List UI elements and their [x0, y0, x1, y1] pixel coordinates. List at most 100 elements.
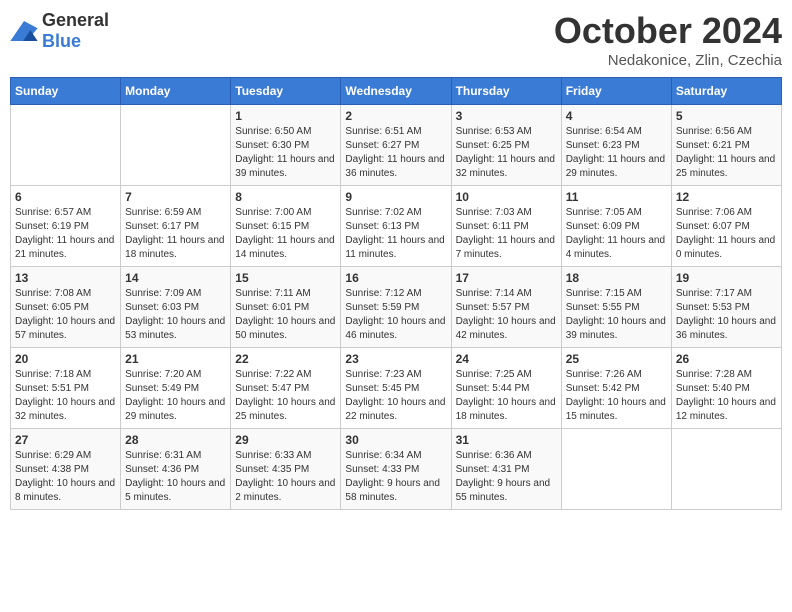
- day-number: 3: [456, 109, 557, 123]
- calendar-cell: 23Sunrise: 7:23 AM Sunset: 5:45 PM Dayli…: [341, 348, 451, 429]
- day-info: Sunrise: 7:17 AM Sunset: 5:53 PM Dayligh…: [676, 287, 777, 343]
- logo-blue: Blue: [42, 31, 81, 51]
- day-number: 22: [235, 352, 336, 366]
- calendar-cell: 28 Sunrise: 6:31 AM Sunset: 4:36 PM Dayli…: [121, 429, 231, 510]
- day-number: 6: [15, 190, 116, 204]
- logo-text: General Blue: [42, 10, 109, 52]
- month-title: October 2024: [554, 10, 782, 52]
- calendar-cell: 26 Sunrise: 7:28 AM Sunset: 5:40 PM Dayli…: [671, 348, 781, 429]
- calendar-cell: 10Sunrise: 7:03 AM Sunset: 6:11 PM Dayli…: [451, 186, 561, 267]
- day-info: Sunrise: 7:06 AM Sunset: 6:07 PM Dayligh…: [676, 206, 777, 262]
- day-number: 2: [345, 109, 446, 123]
- logo-icon: [10, 21, 38, 41]
- day-number: 17: [456, 271, 557, 285]
- day-info: Sunrise: 7:03 AM Sunset: 6:11 PM Dayligh…: [456, 206, 557, 262]
- calendar-cell: 2 Sunrise: 6:51 AM Sunset: 6:27 PM Daylig…: [341, 105, 451, 186]
- calendar-cell: [561, 429, 671, 510]
- calendar-cell: 5Sunrise: 6:56 AM Sunset: 6:21 PM Daylig…: [671, 105, 781, 186]
- day-info: Sunrise: 7:18 AM Sunset: 5:51 PM Dayligh…: [15, 368, 116, 424]
- day-info: Sunrise: 6:51 AM Sunset: 6:27 PM Dayligh…: [345, 125, 446, 181]
- weekday-header: Monday: [121, 78, 231, 105]
- calendar-cell: 21Sunrise: 7:20 AM Sunset: 5:49 PM Dayli…: [121, 348, 231, 429]
- calendar-week-row: 13Sunrise: 7:08 AM Sunset: 6:05 PM Dayli…: [11, 267, 782, 348]
- day-number: 8: [235, 190, 336, 204]
- calendar-cell: 6 Sunrise: 6:57 AM Sunset: 6:19 PM Daylig…: [11, 186, 121, 267]
- day-number: 27: [15, 433, 116, 447]
- day-number: 12: [676, 190, 777, 204]
- calendar-cell: 9 Sunrise: 7:02 AM Sunset: 6:13 PM Daylig…: [341, 186, 451, 267]
- day-info: Sunrise: 7:11 AM Sunset: 6:01 PM Dayligh…: [235, 287, 336, 343]
- day-number: 24: [456, 352, 557, 366]
- calendar-cell: 29Sunrise: 6:33 AM Sunset: 4:35 PM Dayli…: [231, 429, 341, 510]
- day-info: Sunrise: 6:57 AM Sunset: 6:19 PM Dayligh…: [15, 206, 116, 262]
- calendar-cell: 14 Sunrise: 7:09 AM Sunset: 6:03 PM Dayli…: [121, 267, 231, 348]
- calendar-cell: 16 Sunrise: 7:12 AM Sunset: 5:59 PM Dayli…: [341, 267, 451, 348]
- day-info: Sunrise: 6:31 AM Sunset: 4:36 PM Dayligh…: [125, 449, 226, 505]
- day-info: Sunrise: 7:09 AM Sunset: 6:03 PM Dayligh…: [125, 287, 226, 343]
- day-number: 16: [345, 271, 446, 285]
- title-block: October 2024 Nedakonice, Zlin, Czechia: [554, 10, 782, 69]
- day-info: Sunrise: 6:56 AM Sunset: 6:21 PM Dayligh…: [676, 125, 777, 181]
- calendar-cell: 13Sunrise: 7:08 AM Sunset: 6:05 PM Dayli…: [11, 267, 121, 348]
- calendar-week-row: 6 Sunrise: 6:57 AM Sunset: 6:19 PM Daylig…: [11, 186, 782, 267]
- calendar-cell: 22 Sunrise: 7:22 AM Sunset: 5:47 PM Dayli…: [231, 348, 341, 429]
- day-number: 25: [566, 352, 667, 366]
- day-info: Sunrise: 7:22 AM Sunset: 5:47 PM Dayligh…: [235, 368, 336, 424]
- day-info: Sunrise: 6:53 AM Sunset: 6:25 PM Dayligh…: [456, 125, 557, 181]
- calendar-week-row: 20 Sunrise: 7:18 AM Sunset: 5:51 PM Dayli…: [11, 348, 782, 429]
- day-number: 14: [125, 271, 226, 285]
- day-info: Sunrise: 7:00 AM Sunset: 6:15 PM Dayligh…: [235, 206, 336, 262]
- calendar-table: SundayMondayTuesdayWednesdayThursdayFrid…: [10, 77, 782, 510]
- weekday-header-row: SundayMondayTuesdayWednesdayThursdayFrid…: [11, 78, 782, 105]
- day-number: 7: [125, 190, 226, 204]
- logo: General Blue: [10, 10, 109, 52]
- day-number: 18: [566, 271, 667, 285]
- calendar-cell: 27 Sunrise: 6:29 AM Sunset: 4:38 PM Dayli…: [11, 429, 121, 510]
- day-info: Sunrise: 6:36 AM Sunset: 4:31 PM Dayligh…: [456, 449, 557, 505]
- logo-general: General: [42, 10, 109, 30]
- calendar-cell: 4 Sunrise: 6:54 AM Sunset: 6:23 PM Daylig…: [561, 105, 671, 186]
- calendar-cell: 31 Sunrise: 6:36 AM Sunset: 4:31 PM Dayli…: [451, 429, 561, 510]
- day-info: Sunrise: 7:26 AM Sunset: 5:42 PM Dayligh…: [566, 368, 667, 424]
- day-info: Sunrise: 7:25 AM Sunset: 5:44 PM Dayligh…: [456, 368, 557, 424]
- day-info: Sunrise: 7:23 AM Sunset: 5:45 PM Dayligh…: [345, 368, 446, 424]
- day-info: Sunrise: 7:28 AM Sunset: 5:40 PM Dayligh…: [676, 368, 777, 424]
- day-number: 20: [15, 352, 116, 366]
- calendar-cell: [121, 105, 231, 186]
- calendar-week-row: 1Sunrise: 6:50 AM Sunset: 6:30 PM Daylig…: [11, 105, 782, 186]
- calendar-cell: 8 Sunrise: 7:00 AM Sunset: 6:15 PM Daylig…: [231, 186, 341, 267]
- day-info: Sunrise: 7:08 AM Sunset: 6:05 PM Dayligh…: [15, 287, 116, 343]
- calendar-cell: 1Sunrise: 6:50 AM Sunset: 6:30 PM Daylig…: [231, 105, 341, 186]
- day-info: Sunrise: 7:20 AM Sunset: 5:49 PM Dayligh…: [125, 368, 226, 424]
- day-number: 19: [676, 271, 777, 285]
- weekday-header: Friday: [561, 78, 671, 105]
- calendar-cell: 18 Sunrise: 7:15 AM Sunset: 5:55 PM Dayli…: [561, 267, 671, 348]
- day-info: Sunrise: 6:29 AM Sunset: 4:38 PM Dayligh…: [15, 449, 116, 505]
- day-number: 31: [456, 433, 557, 447]
- weekday-header: Sunday: [11, 78, 121, 105]
- day-info: Sunrise: 7:02 AM Sunset: 6:13 PM Dayligh…: [345, 206, 446, 262]
- calendar-cell: 17Sunrise: 7:14 AM Sunset: 5:57 PM Dayli…: [451, 267, 561, 348]
- day-number: 9: [345, 190, 446, 204]
- calendar-cell: 30Sunrise: 6:34 AM Sunset: 4:33 PM Dayli…: [341, 429, 451, 510]
- day-number: 15: [235, 271, 336, 285]
- day-number: 28: [125, 433, 226, 447]
- calendar-cell: 25 Sunrise: 7:26 AM Sunset: 5:42 PM Dayli…: [561, 348, 671, 429]
- calendar-cell: [11, 105, 121, 186]
- calendar-cell: 19 Sunrise: 7:17 AM Sunset: 5:53 PM Dayli…: [671, 267, 781, 348]
- day-number: 26: [676, 352, 777, 366]
- day-info: Sunrise: 6:59 AM Sunset: 6:17 PM Dayligh…: [125, 206, 226, 262]
- page-header: General Blue October 2024 Nedakonice, Zl…: [10, 10, 782, 69]
- calendar-cell: [671, 429, 781, 510]
- day-number: 29: [235, 433, 336, 447]
- day-info: Sunrise: 6:54 AM Sunset: 6:23 PM Dayligh…: [566, 125, 667, 181]
- calendar-cell: 11Sunrise: 7:05 AM Sunset: 6:09 PM Dayli…: [561, 186, 671, 267]
- calendar-cell: 7 Sunrise: 6:59 AM Sunset: 6:17 PM Daylig…: [121, 186, 231, 267]
- day-number: 1: [235, 109, 336, 123]
- day-number: 4: [566, 109, 667, 123]
- day-info: Sunrise: 7:12 AM Sunset: 5:59 PM Dayligh…: [345, 287, 446, 343]
- day-number: 11: [566, 190, 667, 204]
- calendar-week-row: 27 Sunrise: 6:29 AM Sunset: 4:38 PM Dayli…: [11, 429, 782, 510]
- day-info: Sunrise: 7:15 AM Sunset: 5:55 PM Dayligh…: [566, 287, 667, 343]
- day-info: Sunrise: 6:34 AM Sunset: 4:33 PM Dayligh…: [345, 449, 446, 505]
